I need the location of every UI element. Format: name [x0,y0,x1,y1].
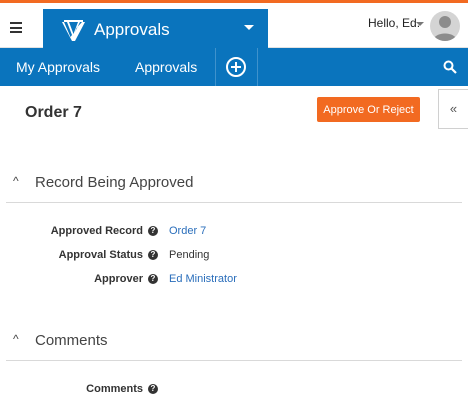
approver-link[interactable]: Ed Ministrator [169,273,237,285]
approval-status-value: Pending [169,249,210,261]
field-label: Approval Status [58,249,143,261]
chevron-up-icon: ^ [13,174,19,188]
app-header: Approvals Hello, Ed. [0,3,468,51]
user-greeting[interactable]: Hello, Ed. [368,16,420,30]
approve-or-reject-button[interactable]: Approve Or Reject [317,97,420,122]
add-icon[interactable] [226,57,246,77]
section-title: Record Being Approved [35,174,194,191]
field-label: Approver [94,273,143,285]
help-icon[interactable]: ? [148,250,158,260]
help-icon[interactable]: ? [148,274,158,284]
chevron-down-icon [244,25,254,30]
main-nav: My Approvals Approvals [0,48,468,86]
section-divider [6,360,462,361]
section-header-record[interactable]: ^ Record Being Approved [13,174,193,191]
section-divider [6,202,462,203]
chevron-up-icon: ^ [13,332,19,346]
page-title: Order 7 [25,104,82,121]
help-icon[interactable]: ? [148,384,158,394]
menu-icon[interactable] [10,22,22,36]
app-logo-icon [62,19,85,41]
nav-item-my-approvals[interactable]: My Approvals [16,59,100,75]
avatar[interactable] [430,11,460,41]
collapse-icon[interactable]: « [438,89,468,129]
approved-record-link[interactable]: Order 7 [169,225,206,237]
chevron-down-icon[interactable] [416,22,424,26]
field-label: Comments [86,383,143,395]
section-header-comments[interactable]: ^ Comments [13,332,108,349]
search-icon[interactable] [443,60,457,74]
nav-divider [257,48,258,86]
app-title: Approvals [94,20,170,39]
field-label: Approved Record [50,225,143,237]
app-switcher[interactable]: Approvals [43,9,268,51]
nav-divider [215,48,216,86]
help-icon[interactable]: ? [148,226,158,236]
avatar-icon [433,16,457,41]
nav-item-approvals[interactable]: Approvals [135,59,197,75]
section-title: Comments [35,332,108,349]
